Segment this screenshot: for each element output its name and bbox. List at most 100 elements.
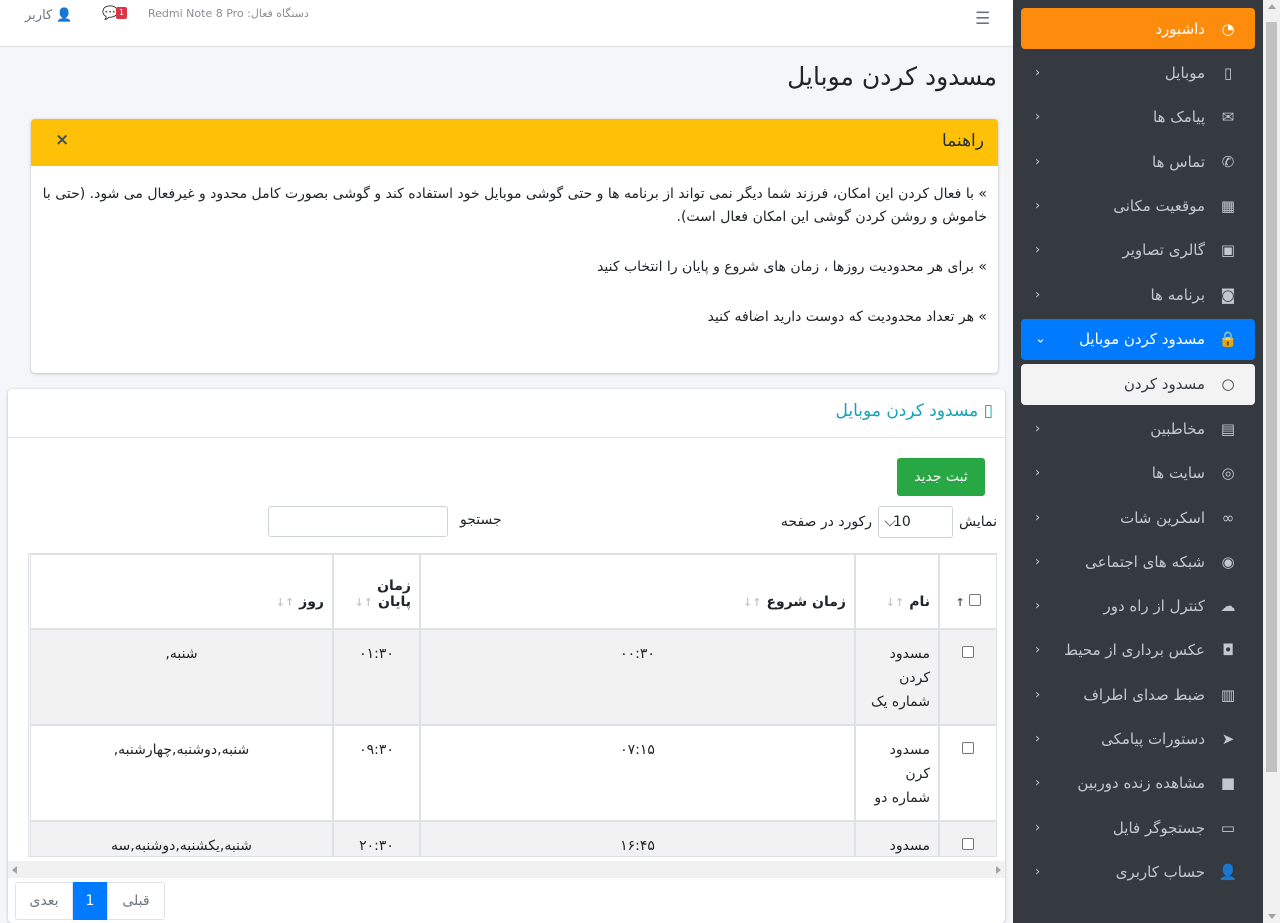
- table-row: مسدود کردن شماره یک ۰۰:۳۰ ۰۱:۳۰ شنبه,: [30, 629, 996, 725]
- search-input[interactable]: [268, 506, 448, 537]
- sidebar-item-gallery[interactable]: ▣ گالری تصاویر ‹: [1021, 228, 1255, 272]
- scroll-thumb[interactable]: [1266, 22, 1277, 772]
- scroll-down-arrow[interactable]: [1268, 914, 1276, 919]
- sidebar-item-label: مسدود کردن موبایل: [1079, 330, 1205, 349]
- sidebar-item-sites[interactable]: ◎ سایت ها ‹: [1021, 451, 1255, 495]
- sidebar-item-file-explorer[interactable]: ▭ جستجوگر فایل ‹: [1021, 805, 1255, 849]
- guide-header: راهنما ×: [31, 119, 998, 166]
- row-checkbox[interactable]: [962, 838, 974, 850]
- row-checkbox-cell: [939, 629, 996, 725]
- chevron-left-icon: ‹: [1035, 465, 1041, 481]
- chevron-left-icon: ‹: [1035, 198, 1041, 214]
- sidebar-item-label: عکس برداری از محیط: [1064, 641, 1205, 660]
- select-all-checkbox[interactable]: [968, 594, 981, 606]
- cell-start: ۰۷:۱۵: [420, 725, 855, 821]
- column-header-day[interactable]: روز ↑↓: [30, 554, 333, 629]
- sidebar-item-contacts[interactable]: ▤ مخاطبین ‹: [1021, 407, 1255, 451]
- camera-icon: ◘: [1222, 641, 1234, 660]
- row-checkbox[interactable]: [962, 742, 974, 754]
- sidebar-nav: ◔ داشبورد ▯ موبایل ‹ ✉ پیامک ها ‹ ✆ تماس…: [1021, 8, 1255, 894]
- sidebar-item-sms-commands[interactable]: ➤ دستورات پیامکی ‹: [1021, 717, 1255, 761]
- sidebar-scrollbar[interactable]: [1263, 0, 1280, 923]
- sidebar-item-label: شبکه های اجتماعی: [1085, 552, 1205, 571]
- search-control: جستجو: [268, 506, 502, 537]
- sidebar-item-screenshot[interactable]: ∞ اسکرین شات ‹: [1021, 495, 1255, 539]
- cell-name: مسدود کردن شماره سه: [855, 821, 939, 856]
- user-icon: 👤: [56, 8, 73, 23]
- next-page-button[interactable]: بعدی: [15, 882, 73, 920]
- map-icon: ▦: [1220, 197, 1236, 216]
- top-navbar: ☰ دستگاه فعال: Redmi Note 8 Pro 💬 1 👤 کا…: [0, 0, 1013, 47]
- column-header-start[interactable]: زمان شروع ↑↓: [420, 554, 855, 629]
- sidebar-item-block-mobile[interactable]: 🔒 مسدود کردن موبایل ⌄: [1021, 318, 1255, 360]
- search-label: جستجو: [460, 511, 502, 528]
- close-icon[interactable]: ×: [55, 130, 69, 150]
- sidebar-item-apps[interactable]: ◙ برنامه ها ‹: [1021, 272, 1255, 316]
- current-page-button[interactable]: 1: [73, 882, 107, 920]
- cloud-icon: ☁: [1220, 597, 1236, 616]
- sidebar-item-label: موبایل: [1164, 64, 1205, 83]
- column-label: زمان شروع: [766, 594, 846, 610]
- select-all-header[interactable]: ↑: [939, 554, 996, 629]
- sidebar-item-account[interactable]: 👤 حساب کاربری ‹: [1021, 850, 1255, 894]
- scroll-up-arrow[interactable]: [1268, 4, 1276, 9]
- sidebar-item-dashboard[interactable]: ◔ داشبورد: [1021, 8, 1255, 49]
- scroll-right-arrow[interactable]: [996, 866, 1001, 874]
- chevron-left-icon: ‹: [1035, 109, 1041, 125]
- gamepad-icon: ◙: [1220, 285, 1236, 304]
- sidebar-item-label: موقعیت مکانی: [1113, 197, 1205, 216]
- sort-icon: ↑↓: [354, 596, 374, 609]
- previous-page-button[interactable]: قبلی: [107, 882, 165, 920]
- sidebar-item-calls[interactable]: ✆ تماس ها ‹: [1021, 140, 1255, 184]
- sidebar-item-mobile[interactable]: ▯ موبایل ‹: [1021, 51, 1255, 95]
- messages-badge: 1: [116, 7, 128, 19]
- active-device-label: دستگاه فعال: Redmi Note 8 Pro: [148, 7, 309, 20]
- chevron-left-icon: ‹: [1035, 642, 1041, 658]
- book-icon: ▤: [1220, 419, 1236, 438]
- sidebar: ◔ داشبورد ▯ موبایل ‹ ✉ پیامک ها ‹ ✆ تماس…: [1013, 0, 1280, 923]
- table-header-row: ↑ نام↑↓ زمان شروع↑↓ زمان پایان↑↓ روز↑↓: [30, 554, 996, 629]
- cell-end: ۲۰:۳۰: [333, 821, 420, 856]
- page-length-select[interactable]: 10: [877, 506, 953, 538]
- envelope-icon: ✉: [1221, 108, 1235, 127]
- sidebar-item-live-camera[interactable]: ■ مشاهده زنده دوربین ‹: [1021, 761, 1255, 805]
- folder-icon: ▭: [1220, 818, 1236, 837]
- sidebar-item-camera[interactable]: ◘ عکس برداری از محیط ‹: [1021, 628, 1255, 672]
- sidebar-item-label: کنترل از راه دور: [1103, 597, 1205, 616]
- sidebar-item-audio[interactable]: ▥ ضبط صدای اطراف ‹: [1021, 673, 1255, 717]
- page-length-control: نمایش 10 رکورد در صفحه: [781, 506, 997, 538]
- pagination: بعدی 1 قبلی: [15, 882, 165, 920]
- cell-days: شنبه,: [30, 629, 333, 725]
- length-prefix: نمایش: [958, 514, 997, 530]
- row-checkbox-cell: [939, 821, 996, 856]
- gauge-icon: ◔: [1221, 19, 1235, 38]
- circle-icon: ○: [1221, 375, 1235, 394]
- add-new-button[interactable]: ثبت جدید: [897, 458, 985, 496]
- lock-icon: 🔒: [1218, 330, 1238, 349]
- sidebar-item-social[interactable]: ◉ شبکه های اجتماعی ‹: [1021, 540, 1255, 584]
- chevron-left-icon: ‹: [1035, 864, 1041, 880]
- sidebar-item-sms[interactable]: ✉ پیامک ها ‹: [1021, 95, 1255, 139]
- user-menu[interactable]: 👤 کاربر: [25, 8, 72, 23]
- block-list-card: ▯ مسدود کردن موبایل ثبت جدید نمایش 10 رک…: [8, 389, 1005, 923]
- row-checkbox[interactable]: [962, 646, 974, 658]
- table-row: مسدود کرن شماره دو ۰۷:۱۵ ۰۹:۳۰ شنبه,دوشن…: [30, 725, 996, 821]
- sidebar-item-label: مخاطبین: [1150, 419, 1205, 438]
- chevron-left-icon: ‹: [1035, 598, 1041, 614]
- binoculars-icon: ∞: [1221, 508, 1235, 527]
- sidebar-item-remote[interactable]: ☁ کنترل از راه دور ‹: [1021, 584, 1255, 628]
- sidebar-subitem-block[interactable]: ○ مسدود کردن: [1021, 363, 1255, 405]
- cell-days: شنبه,یکشنبه,دوشنبه,سه شنبه,چهارشنبه,پنجش…: [30, 821, 333, 856]
- column-header-end[interactable]: زمان پایان↑↓: [333, 554, 420, 629]
- column-header-name[interactable]: نام ↑↓: [855, 554, 939, 629]
- table-horizontal-scrollbar[interactable]: [8, 861, 1005, 878]
- guide-body: » با فعال کردن این امکان، فرزند شما دیگر…: [31, 166, 998, 329]
- chevron-left-icon: ‹: [1035, 775, 1041, 791]
- paper-plane-icon: ➤: [1221, 730, 1235, 748]
- sidebar-item-location[interactable]: ▦ موقعیت مکانی ‹: [1021, 184, 1255, 228]
- hamburger-menu-icon[interactable]: ☰: [975, 9, 990, 29]
- scroll-left-arrow[interactable]: [12, 866, 17, 874]
- sidebar-item-label: مسدود کردن: [1123, 375, 1205, 394]
- chevron-left-icon: ‹: [1035, 154, 1041, 170]
- sidebar-item-label: ضبط صدای اطراف: [1083, 685, 1205, 704]
